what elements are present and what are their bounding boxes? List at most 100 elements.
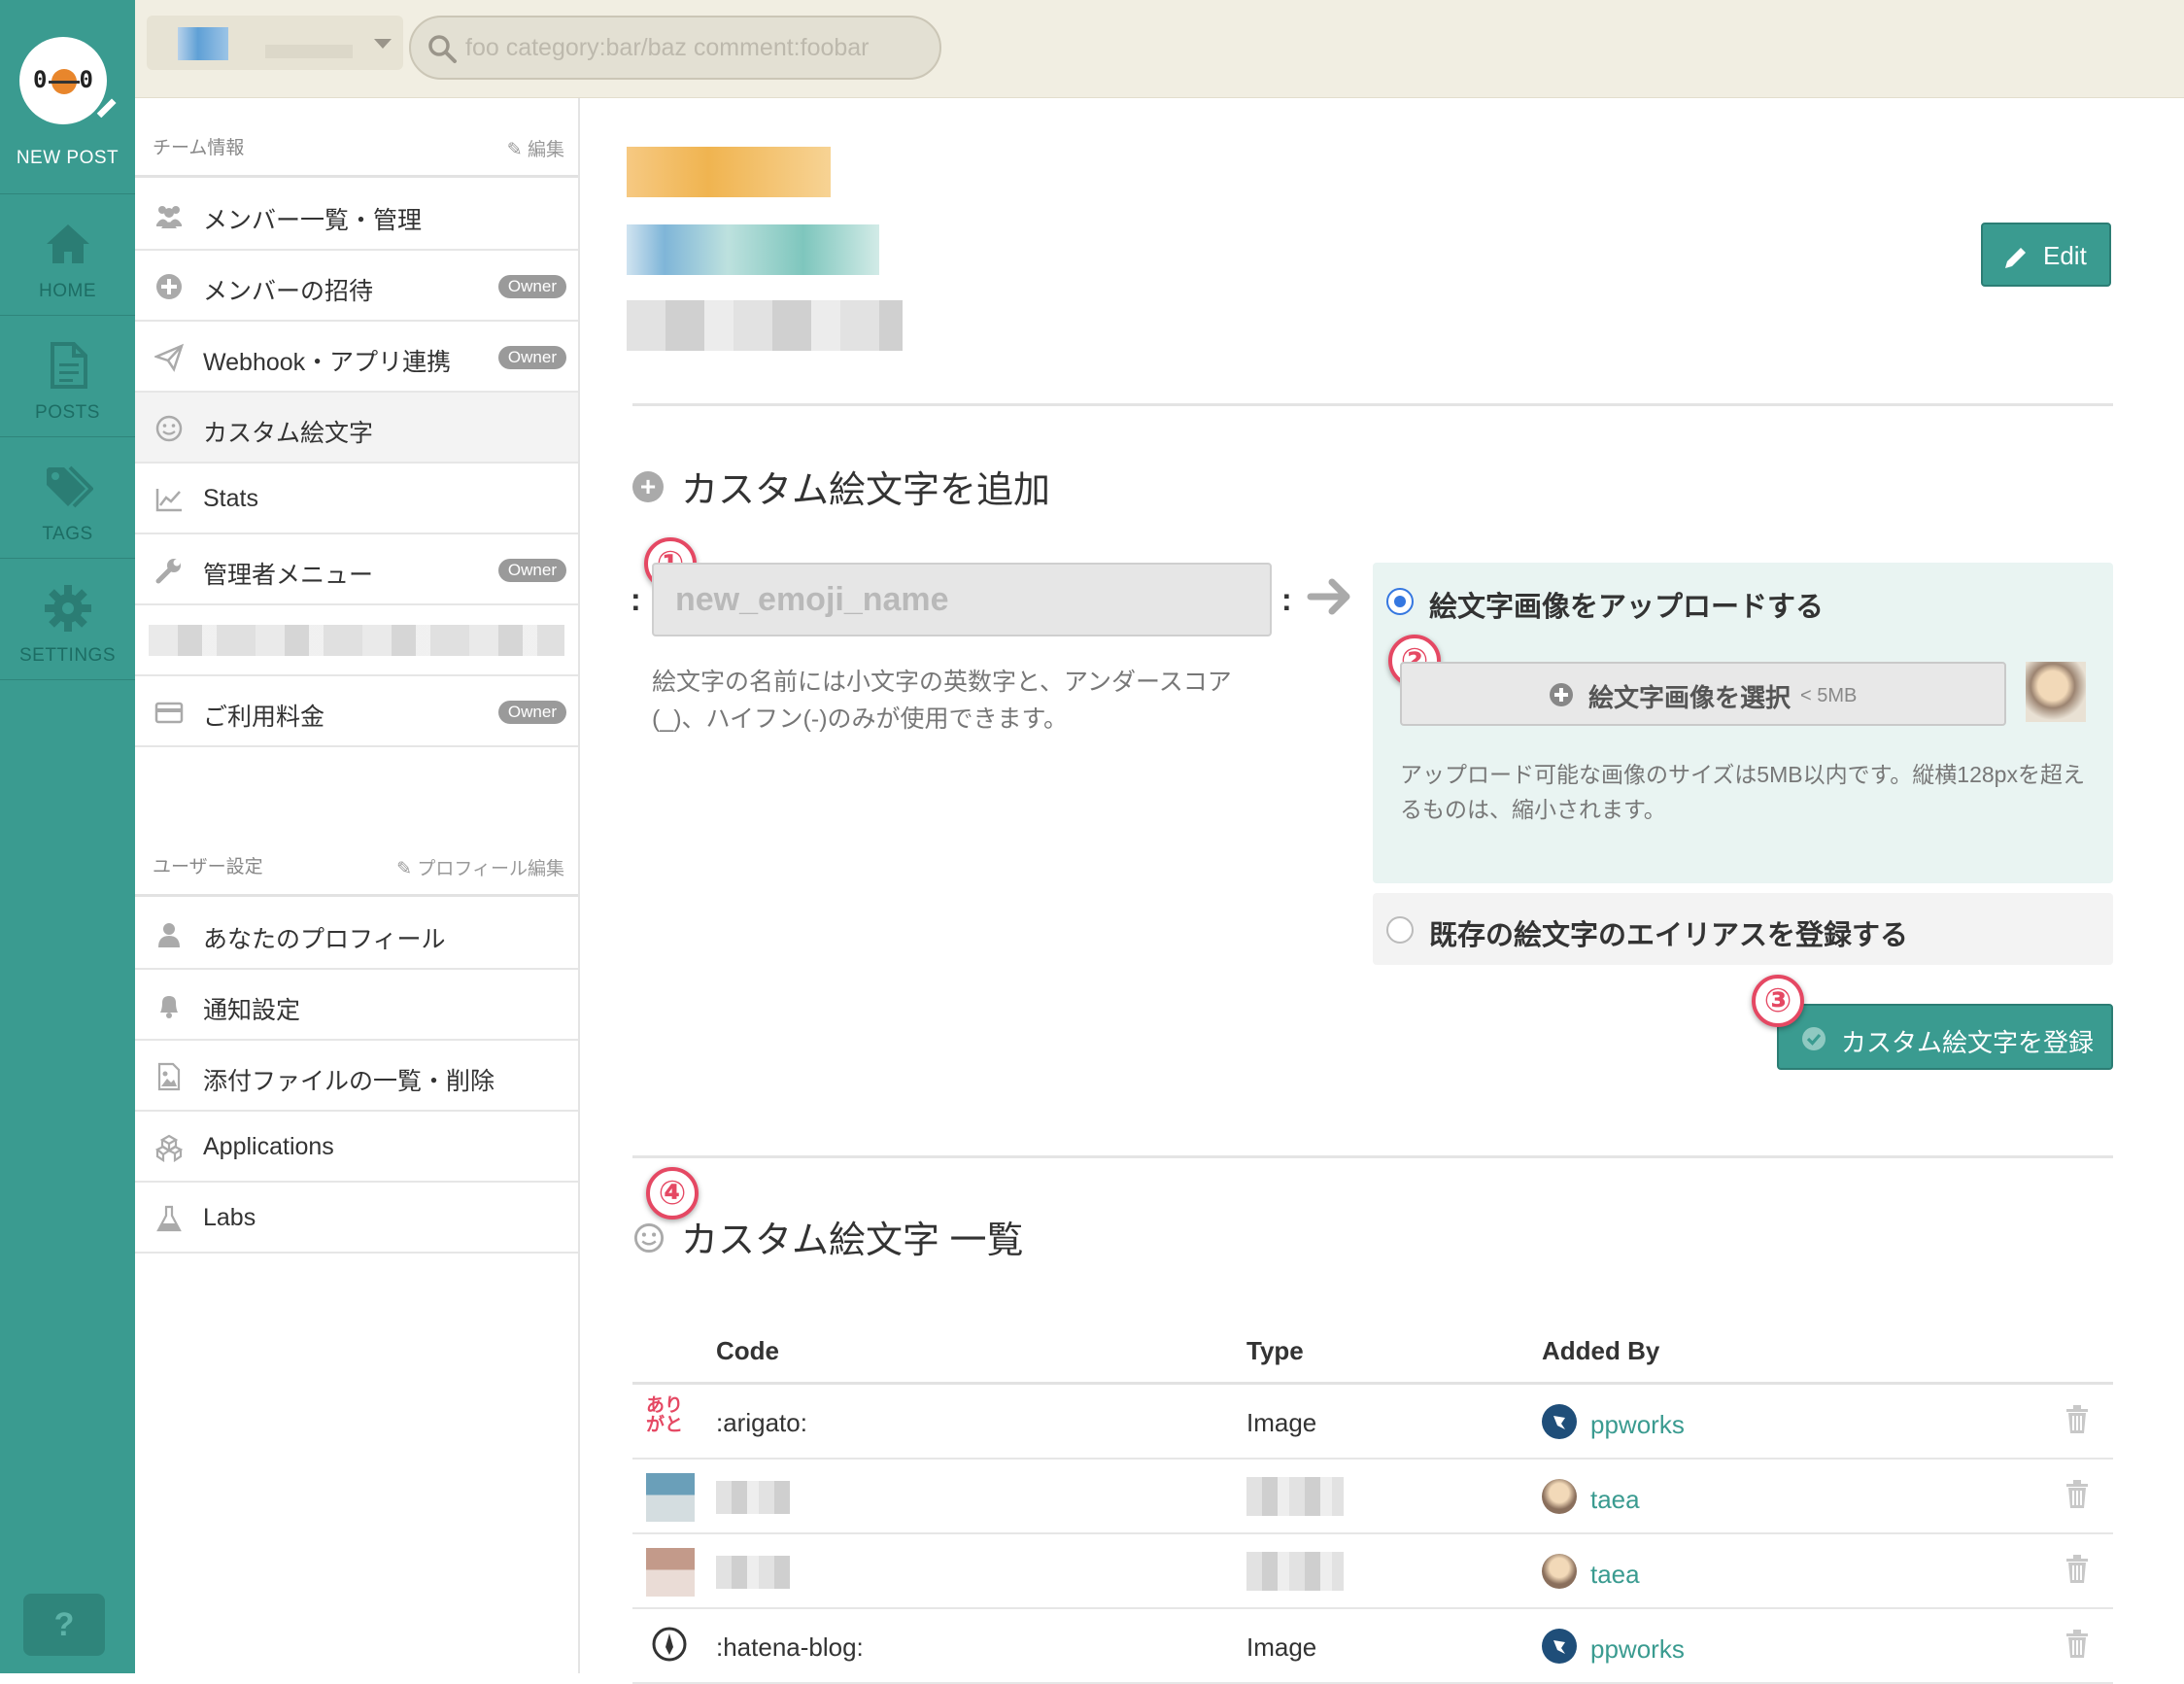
owner-badge: Owner [497,275,566,298]
sidebar-item-label: ご利用料金 [203,704,325,731]
tags-icon [47,465,93,508]
emoji-name-input[interactable] [652,563,1272,636]
plus-circle-icon: + [632,471,664,502]
smile-icon [633,1222,665,1254]
trash-icon[interactable] [2063,1479,2092,1510]
user-section-title: ユーザー設定 [153,857,263,877]
emoji-table-header: Code Type Added By [632,1315,2113,1385]
alias-option-panel: 既存の絵文字のエイリアスを登録する [1373,893,2113,965]
emoji-code: :hatena-blog: [716,1632,864,1662]
sidebar-item-members[interactable]: メンバー一覧・管理 [135,180,578,251]
register-emoji-button[interactable]: カスタム絵文字を登録 [1777,1004,2113,1070]
user-link[interactable]: taea [1590,1485,1640,1515]
choose-image-button[interactable]: 絵文字画像を選択 < 5MB [1400,662,2006,726]
column-type: Type [1246,1336,1304,1365]
alias-radio[interactable] [1386,916,1414,944]
sidebar-item-admin-menu[interactable]: 管理者メニュー Owner [135,534,578,605]
sidebar-item-label: 管理者メニュー [203,562,374,589]
sidebar-item-label: Applications [203,1133,334,1160]
chart-icon [155,489,182,512]
rail-tags-label: TAGS [42,524,93,544]
sidebar-item-stats[interactable]: Stats [135,464,578,534]
trash-icon[interactable] [2063,1629,2092,1660]
sidebar-item-profile[interactable]: あなたのプロフィール [135,899,578,970]
team-selector[interactable] [147,16,403,70]
smile-icon [155,415,183,442]
alias-option-label[interactable]: 既存の絵文字のエイリアスを登録する [1429,912,1908,953]
rail-item-home[interactable]: HOME [0,195,135,316]
logo-left-char: 0 [33,66,48,93]
team-edit-link[interactable]: ✎ 編集 [507,135,564,161]
team-name-blurred [627,224,879,275]
user-link[interactable]: taea [1590,1560,1640,1590]
sidebar-item-attachments[interactable]: 添付ファイルの一覧・削除 [135,1041,578,1112]
left-rail: 0 0 NEW POST HOME POSTS TAGS SETTINGS ? [0,0,135,1673]
main-content: Edit + カスタム絵文字を追加 ① : : 絵文字の名前には小文字の英数字と… [580,98,2184,1684]
sidebar-item-label: メンバー一覧・管理 [203,207,423,234]
avatar [1542,1404,1577,1439]
marker-3: ③ [1752,975,1804,1027]
sidebar-item-label: メンバーの招待 [203,278,374,305]
colon-left: : [631,582,641,617]
avatar [1542,1629,1577,1664]
team-description-blurred [627,300,903,351]
table-row: :hatena-blog: Image ppworks [632,1609,2113,1684]
sidebar-item-billing[interactable]: ご利用料金 Owner [135,676,578,747]
wrench-icon [155,559,181,584]
sidebar-item-custom-emoji[interactable]: カスタム絵文字 [135,393,578,464]
sidebar-item-label: Stats [203,485,258,512]
trash-icon[interactable] [2063,1404,2092,1435]
code-blurred [716,1556,790,1589]
owner-badge: Owner [497,346,566,369]
rail-item-tags[interactable]: TAGS [0,438,135,559]
avatar [1542,1554,1577,1589]
sidebar-item-blurred[interactable] [135,605,578,676]
help-button[interactable]: ? [23,1594,105,1656]
team-image-blurred [627,147,831,197]
edit-team-button[interactable]: Edit [1981,223,2111,287]
table-row: ありがと :arigato: Image ppworks [632,1385,2113,1460]
profile-edit-link[interactable]: ✎ プロフィール編集 [396,854,564,880]
emoji-code: :arigato: [716,1408,807,1437]
owner-badge: Owner [497,559,566,582]
sidebar-item-webhook[interactable]: Webhook・アプリ連携 Owner [135,322,578,393]
emoji-blurred [646,1548,695,1597]
arrow-right-icon [1307,578,1350,615]
emoji-list-title: カスタム絵文字 一覧 [681,1220,1024,1261]
search-input[interactable] [465,29,922,66]
rail-item-posts[interactable]: POSTS [0,317,135,437]
user-link[interactable]: ppworks [1590,1634,1685,1665]
rail-settings-label: SETTINGS [18,645,116,666]
upload-radio[interactable] [1386,588,1414,615]
new-post-button[interactable]: 0 0 NEW POST [0,0,135,194]
sidebar-item-notifications[interactable]: 通知設定 [135,970,578,1041]
check-circle-icon [1802,1027,1826,1050]
rail-item-settings[interactable]: SETTINGS [0,560,135,680]
emoji-type: Image [1246,1408,1317,1437]
cubes-icon [155,1134,184,1162]
code-blurred [716,1481,790,1514]
sidebar-item-label: 通知設定 [203,997,301,1024]
divider [632,403,2113,406]
flask-icon [156,1205,182,1232]
trash-icon[interactable] [2063,1554,2092,1585]
logo-right-char: 0 [79,66,93,93]
team-name-blurred [265,45,353,58]
team-section-title: チーム情報 [153,138,245,158]
bird-icon [1553,1640,1565,1654]
team-edit-label: 編集 [527,140,564,160]
bell-icon [160,996,178,1018]
user-section-header: ユーザー設定 ✎ プロフィール編集 [135,817,578,897]
sidebar-item-applications[interactable]: Applications [135,1112,578,1183]
upload-help-text: アップロード可能な画像のサイズは5MB以内です。縦横128pxを超えるものは、縮… [1400,762,2085,822]
sidebar-item-invite[interactable]: メンバーの招待 Owner [135,251,578,322]
search-box[interactable] [409,16,941,80]
paper-plane-icon [154,343,184,372]
pencil-icon [91,95,119,123]
sidebar-item-labs[interactable]: Labs [135,1183,578,1254]
table-row: taea [632,1534,2113,1609]
upload-option-label[interactable]: 絵文字画像をアップロードする [1429,584,1824,625]
settings-sidebar: チーム情報 ✎ 編集 メンバー一覧・管理 メンバーの招待 Owner Webho… [135,98,580,1673]
emoji-blurred [646,1473,695,1522]
user-link[interactable]: ppworks [1590,1410,1685,1440]
